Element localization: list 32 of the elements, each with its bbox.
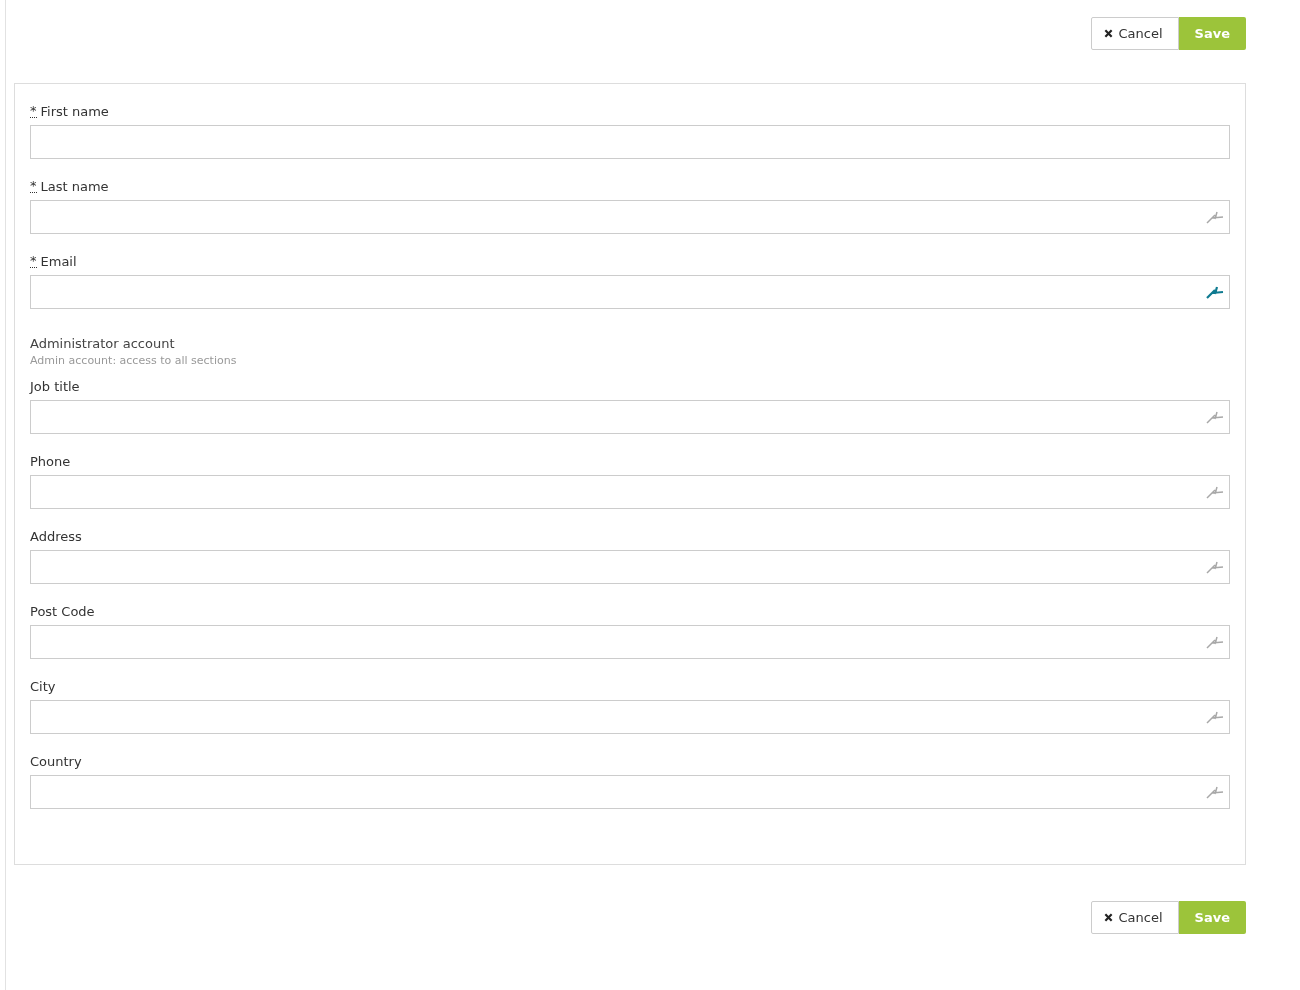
field-label: Address (30, 529, 82, 544)
close-icon (1103, 29, 1113, 38)
input-field[interactable] (30, 625, 1230, 659)
field-label: Post Code (30, 604, 95, 619)
wand-icon[interactable] (1205, 485, 1225, 499)
field-label: First name (40, 104, 109, 119)
input-field[interactable] (30, 775, 1230, 809)
wand-icon[interactable] (1205, 785, 1225, 799)
wand-icon[interactable] (1205, 410, 1225, 424)
field-label: Last name (40, 179, 109, 194)
close-icon (1103, 913, 1113, 922)
cancel-button[interactable]: Cancel (1090, 901, 1179, 934)
help-text: Admin account: access to all sections (30, 354, 238, 367)
wand-icon[interactable] (1205, 210, 1225, 224)
section-title: Administrator account (30, 336, 176, 351)
input-field[interactable] (30, 400, 1230, 434)
field-label: Phone (30, 454, 71, 469)
input-field[interactable] (30, 550, 1230, 584)
field-label: City (30, 679, 56, 694)
input-field[interactable] (30, 125, 1230, 159)
wand-icon[interactable] (1205, 285, 1225, 299)
input-field[interactable] (30, 475, 1230, 509)
wand-icon[interactable] (1205, 635, 1225, 649)
wand-icon[interactable] (1205, 710, 1225, 724)
input-field[interactable] (30, 200, 1230, 234)
field-label: Country (30, 754, 82, 769)
field-label: Email (40, 254, 77, 269)
input-field[interactable] (30, 700, 1230, 734)
field-label: Job title (30, 379, 80, 394)
wand-icon[interactable] (1205, 560, 1225, 574)
input-field[interactable] (30, 275, 1230, 309)
cancel-button[interactable]: Cancel (1090, 17, 1179, 50)
